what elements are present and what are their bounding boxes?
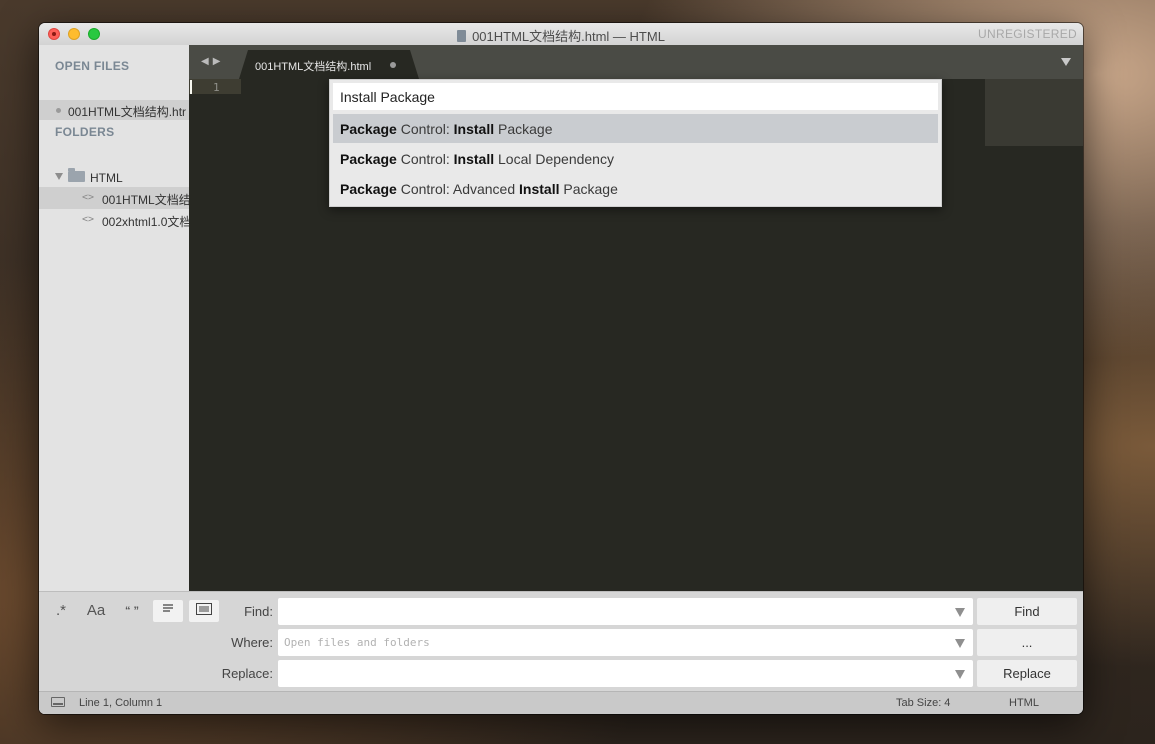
tab-list-dropdown-icon[interactable] xyxy=(1061,58,1071,66)
palette-item[interactable]: Package Control: Install Package xyxy=(333,114,938,143)
tab-bar: ◀▶ 001HTML文档结构.html xyxy=(189,45,1083,79)
palette-item-text: Package Control: Install Package xyxy=(340,121,552,137)
command-palette-input[interactable]: Install Package xyxy=(333,83,938,110)
disclosure-triangle-icon[interactable] xyxy=(55,173,63,180)
tab-nav-arrows-icon[interactable]: ◀▶ xyxy=(201,56,224,67)
cursor-position: Line 1, Column 1 xyxy=(79,697,163,709)
code-file-icon: <> xyxy=(82,192,95,203)
find-label: Find: xyxy=(244,604,273,619)
palette-item-segment: Package xyxy=(494,121,553,137)
sublime-text-window: 001HTML文档结构.html — HTML UNREGISTERED OPE… xyxy=(39,23,1083,714)
palette-item-segment: Control: Advanced xyxy=(396,181,520,197)
folder-html[interactable]: HTML xyxy=(39,167,189,187)
window-title-text: 001HTML文档结构.html — HTML xyxy=(472,29,665,44)
where-input[interactable]: Open files and folders xyxy=(278,629,973,656)
minimap-viewport[interactable] xyxy=(985,79,1083,146)
panel-toggle-icon[interactable] xyxy=(51,697,65,707)
palette-item-text: Package Control: Install Local Dependenc… xyxy=(340,151,614,167)
find-in-files-panel: .* Aa “ ” Find: Find Where: Open files a… xyxy=(39,591,1083,693)
sidebar-file-label: 001HTML文档结 xyxy=(102,193,189,207)
palette-match-text: Package xyxy=(340,151,397,167)
tab-label: 001HTML文档结构.html xyxy=(255,61,372,73)
line-number: 1 xyxy=(213,81,220,94)
palette-match-text: Package xyxy=(340,181,397,197)
title-bar: 001HTML文档结构.html — HTML UNREGISTERED xyxy=(39,23,1083,46)
palette-match-text: Install xyxy=(453,121,495,137)
where-options-button[interactable]: ... xyxy=(977,629,1077,656)
gutter xyxy=(189,79,241,591)
palette-item-segment: Local Dependency xyxy=(494,151,614,167)
find-input[interactable] xyxy=(278,598,973,625)
replace-button[interactable]: Replace xyxy=(977,660,1077,687)
palette-item-segment: Control: xyxy=(396,121,454,137)
folders-heading: FOLDERS xyxy=(55,125,115,139)
command-palette-input-text: Install Package xyxy=(340,89,435,105)
folder-icon xyxy=(68,168,85,182)
status-bar: Line 1, Column 1 Tab Size: 4 HTML xyxy=(39,691,1083,714)
palette-item[interactable]: Package Control: Install Local Dependenc… xyxy=(333,144,938,173)
unregistered-label: UNREGISTERED xyxy=(978,27,1077,41)
replace-history-dropdown-icon[interactable] xyxy=(955,670,965,679)
where-history-dropdown-icon[interactable] xyxy=(955,639,965,648)
palette-item-text: Package Control: Advanced Install Packag… xyxy=(340,181,618,197)
sidebar-file-label: 002xhtml1.0文档 xyxy=(102,215,189,229)
case-sensitive-toggle[interactable]: Aa xyxy=(81,600,111,622)
window-title: 001HTML文档结构.html — HTML xyxy=(39,26,1083,45)
open-file-dot-icon xyxy=(56,108,61,113)
sidebar-file-item[interactable]: <> 002xhtml1.0文档 xyxy=(39,209,189,231)
tab-001html[interactable]: 001HTML文档结构.html xyxy=(239,50,419,79)
palette-item[interactable]: Package Control: Advanced Install Packag… xyxy=(333,174,938,203)
where-label: Where: xyxy=(231,635,273,650)
align-lines-icon xyxy=(163,604,173,612)
show-context-toggle[interactable] xyxy=(153,600,183,622)
find-history-dropdown-icon[interactable] xyxy=(955,608,965,617)
open-file-item[interactable]: 001HTML文档结构.htr xyxy=(39,100,189,120)
palette-match-text: Package xyxy=(340,121,397,137)
palette-item-segment: Package xyxy=(559,181,618,197)
command-palette: Install Package Package Control: Install… xyxy=(329,79,942,207)
open-files-heading: OPEN FILES xyxy=(55,59,130,73)
palette-match-text: Install xyxy=(519,181,560,197)
replace-input[interactable] xyxy=(278,660,973,687)
palette-item-segment: Control: xyxy=(396,151,454,167)
folder-label: HTML xyxy=(90,171,123,185)
palette-match-text: Install xyxy=(453,151,495,167)
where-placeholder: Open files and folders xyxy=(284,636,430,649)
text-cursor xyxy=(190,80,192,94)
open-file-label: 001HTML文档结构.htr xyxy=(68,105,187,119)
tab-size-indicator[interactable]: Tab Size: 4 xyxy=(896,697,950,709)
syntax-indicator[interactable]: HTML xyxy=(1009,697,1039,709)
whole-word-toggle[interactable]: “ ” xyxy=(117,600,147,622)
find-button[interactable]: Find xyxy=(977,598,1077,625)
document-icon xyxy=(457,30,467,42)
regex-toggle[interactable]: .* xyxy=(46,600,76,622)
code-file-icon: <> xyxy=(82,214,95,225)
unsaved-dot-icon[interactable] xyxy=(390,62,396,68)
replace-label: Replace: xyxy=(221,666,273,681)
sidebar-file-item[interactable]: <> 001HTML文档结 xyxy=(39,187,189,209)
